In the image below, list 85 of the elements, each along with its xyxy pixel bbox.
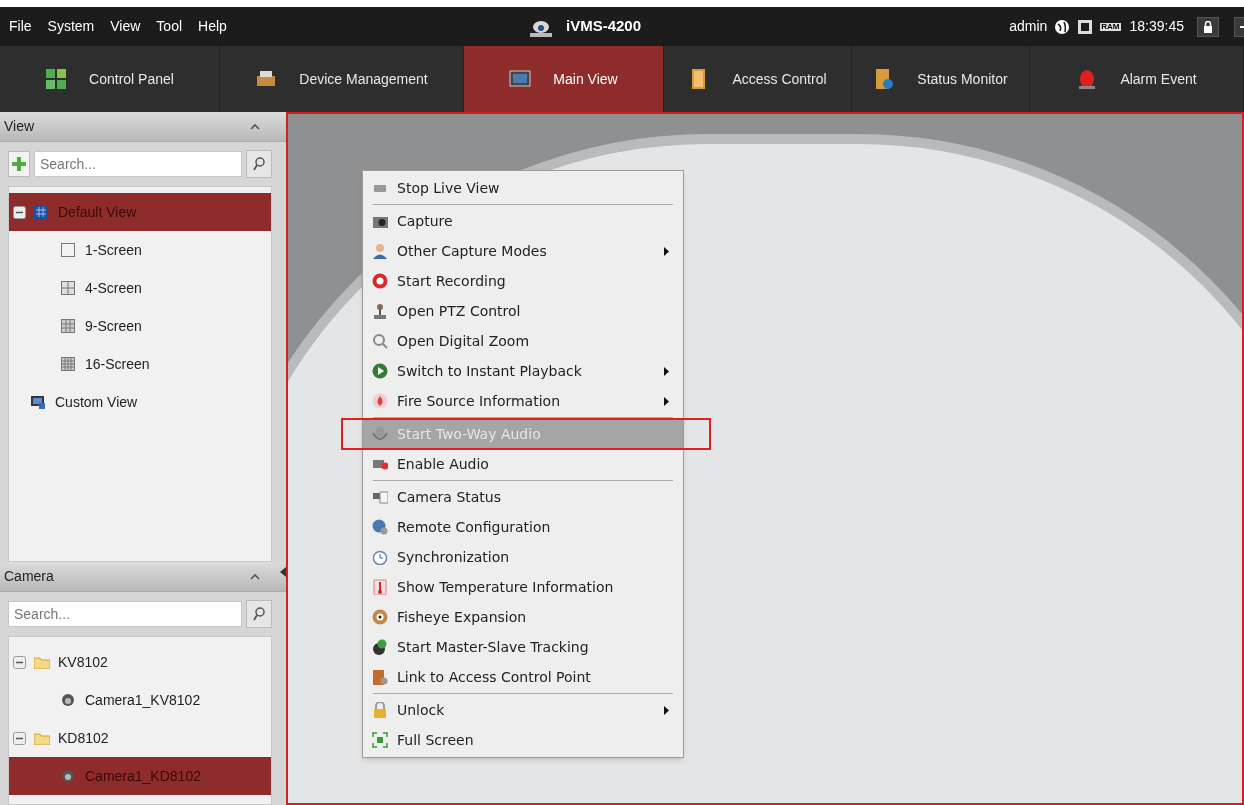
camera-icon — [61, 769, 77, 783]
tree-item[interactable]: KV8102 — [9, 643, 271, 681]
play-circle-icon — [372, 363, 388, 379]
microphone-icon — [372, 426, 388, 442]
door-gear-icon — [372, 669, 388, 685]
menu-item[interactable]: Full Screen — [363, 725, 683, 755]
tree-item[interactable]: 4-Screen — [9, 269, 271, 307]
camera-icon — [61, 693, 77, 707]
menu-item[interactable]: Remote Configuration — [363, 512, 683, 542]
lock-icon — [372, 702, 388, 718]
eye-icon — [372, 609, 388, 625]
menu-item[interactable]: Open Digital Zoom — [363, 326, 683, 356]
menu-item[interactable]: System — [46, 16, 96, 37]
menu-item[interactable]: Other Capture Modes — [363, 236, 683, 266]
grid-icon — [34, 205, 50, 219]
menu-item[interactable]: File — [8, 16, 33, 37]
collapse-icon[interactable] — [13, 205, 26, 219]
tree-item[interactable]: 16-Screen — [9, 345, 271, 383]
magnifier-icon — [372, 333, 388, 349]
tree-item[interactable]: KD8102 — [9, 719, 271, 757]
collapse-chevron-icon[interactable] — [250, 123, 260, 130]
menu-item[interactable]: Capture — [363, 206, 683, 236]
lock-icon — [1203, 20, 1213, 33]
folder-icon — [34, 731, 50, 745]
nav-tab[interactable]: Main View — [464, 46, 664, 112]
menu-item[interactable]: Switch to Instant Playback — [363, 356, 683, 386]
collapse-chevron-icon[interactable] — [250, 573, 260, 580]
nav-tab[interactable]: Status Monitor — [852, 46, 1030, 112]
app-title: iVMS-4200 — [566, 16, 642, 37]
thermometer-icon — [372, 579, 388, 595]
nav-tab[interactable]: Access Control — [664, 46, 852, 112]
add-button[interactable] — [8, 151, 30, 177]
grid-icon — [45, 68, 68, 90]
clock-time: 18:39:45 — [1129, 17, 1184, 36]
record-icon — [372, 273, 388, 289]
camera-icon — [372, 489, 388, 505]
nine-grid-icon — [61, 319, 77, 333]
menu-item[interactable]: Start Recording — [363, 266, 683, 296]
menu-item[interactable]: Stop Live View — [363, 173, 683, 203]
tree-item[interactable]: Custom View — [9, 383, 271, 421]
four-grid-icon — [61, 281, 77, 295]
collapse-icon[interactable] — [13, 731, 26, 745]
menu-item[interactable]: View — [109, 16, 142, 37]
tree-item[interactable]: 1-Screen — [9, 231, 271, 269]
menu-item[interactable]: Open PTZ Control — [363, 296, 683, 326]
menu-item[interactable]: Show Temperature Information — [363, 572, 683, 602]
tree-item[interactable]: 9-Screen — [9, 307, 271, 345]
fullscreen-icon — [372, 732, 388, 748]
tree-item[interactable]: Camera1_KV8102 — [9, 681, 271, 719]
menu-item[interactable]: Link to Access Control Point — [363, 662, 683, 692]
door-icon — [873, 68, 896, 90]
collapse-icon[interactable] — [13, 655, 26, 669]
menu-item[interactable]: Unlock — [363, 695, 683, 725]
panel-title: View — [4, 117, 35, 136]
nav-tab[interactable]: Alarm Event — [1030, 46, 1244, 112]
search-field[interactable]: Search... — [34, 151, 242, 177]
folder-icon — [34, 655, 50, 669]
search-field[interactable]: Search... — [8, 601, 242, 627]
flame-icon — [372, 393, 388, 409]
menu-item[interactable]: Fisheye Expansion — [363, 602, 683, 632]
menu-item[interactable]: Fire Source Information — [363, 386, 683, 416]
clock-icon — [372, 549, 388, 565]
menu-item[interactable]: Camera Status — [363, 482, 683, 512]
menu-item[interactable]: Enable Audio — [363, 449, 683, 479]
user-name: admin — [1009, 17, 1048, 36]
monitor-icon — [509, 68, 532, 90]
sixteen-grid-icon — [61, 357, 77, 371]
plus-icon — [12, 157, 26, 171]
lock-button[interactable] — [1197, 16, 1219, 37]
menu-item[interactable]: Tool — [155, 16, 184, 37]
single-square-icon — [61, 243, 77, 257]
search-icon — [253, 157, 265, 171]
panel-title: Camera — [4, 567, 54, 586]
person-icon — [372, 243, 388, 259]
joystick-icon — [372, 303, 388, 319]
collapse-arrow-icon[interactable] — [280, 567, 286, 577]
menu-item[interactable]: Help — [197, 16, 228, 37]
search-button[interactable] — [246, 150, 272, 178]
ram-indicator: RAM — [1100, 22, 1121, 31]
menu-item[interactable]: Synchronization — [363, 542, 683, 572]
minimize-icon — [1240, 25, 1244, 28]
menu-item[interactable]: Start Master-Slave Tracking — [363, 632, 683, 662]
search-icon — [253, 607, 265, 621]
monitor-icon — [31, 395, 47, 409]
search-button[interactable] — [246, 600, 272, 628]
